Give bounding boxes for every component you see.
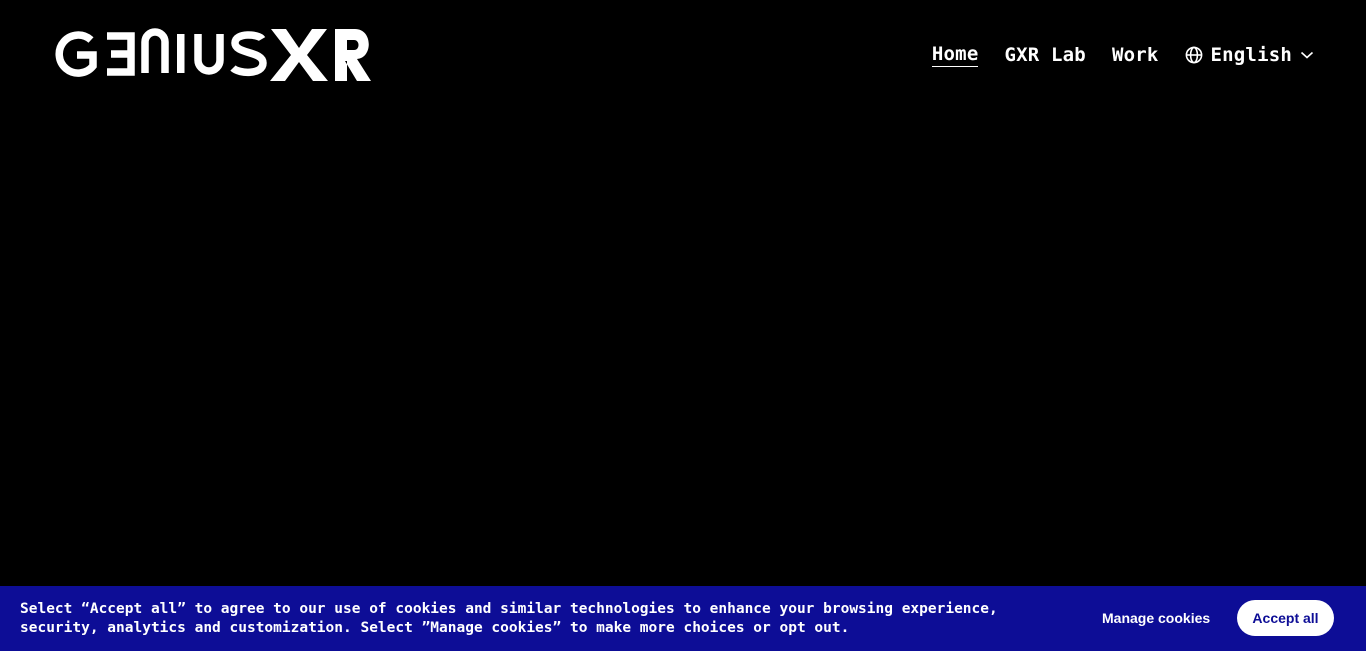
cookie-consent-text: Select “Accept all” to agree to our use … [20, 601, 998, 636]
nav-gxr-lab-link[interactable]: GXR Lab [1004, 44, 1085, 66]
geniusxr-logo [55, 28, 371, 81]
cookie-banner: Select “Accept all” to agree to our use … [0, 586, 1366, 651]
language-label: English [1210, 44, 1292, 66]
hero-area [0, 108, 1366, 586]
nav-home-link[interactable]: Home [931, 43, 979, 67]
main-nav: Home GXR Lab Work English [931, 40, 1314, 70]
manage-cookies-button[interactable]: Manage cookies [1090, 602, 1222, 634]
chevron-down-icon [1300, 51, 1314, 59]
accept-all-button[interactable]: Accept all [1237, 600, 1334, 636]
site-header: Home GXR Lab Work English [0, 0, 1366, 108]
nav-work-link[interactable]: Work [1112, 44, 1159, 66]
language-selector[interactable]: English [1185, 44, 1314, 66]
globe-icon [1185, 46, 1202, 64]
